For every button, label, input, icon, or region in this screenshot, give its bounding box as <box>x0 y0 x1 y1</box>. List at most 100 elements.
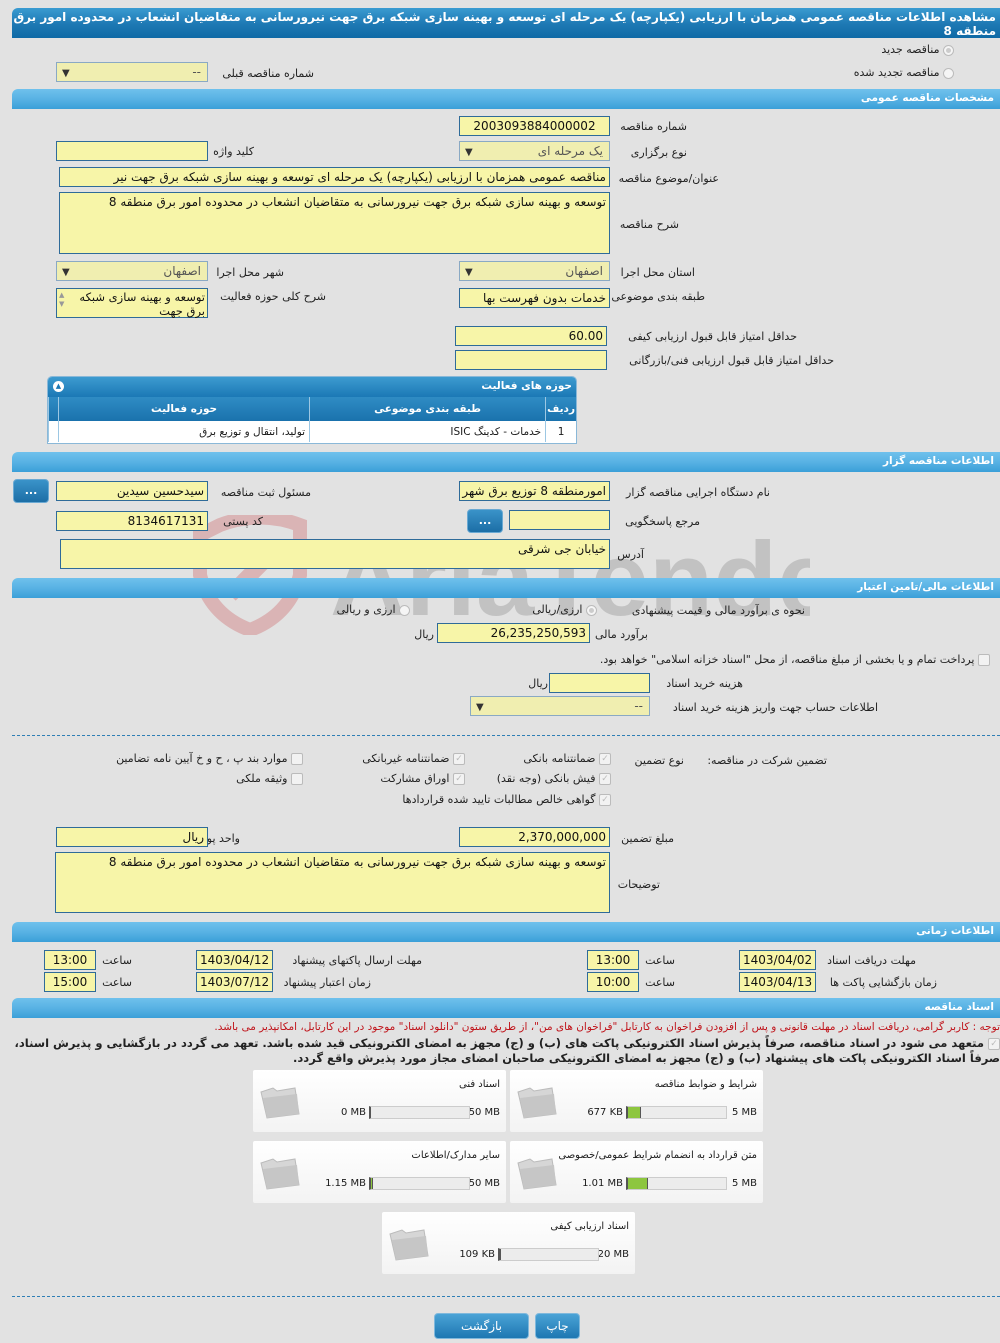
guarantee-notes-textarea[interactable]: توسعه و بهینه سازی شبکه برق جهت نیرورسان… <box>55 852 610 913</box>
doc-card[interactable]: اسناد ارزیابی کیفی 20 MB 109 KB <box>382 1212 635 1274</box>
page-title: مشاهده اطلاعات مناقصه عمومی همزمان با ار… <box>12 8 1000 38</box>
doc-card[interactable]: متن قرارداد به انضمام شرایط عمومی/خصوصی … <box>510 1141 763 1203</box>
col-header-category: طبقه بندی موضوعی <box>309 397 546 421</box>
opening-label: زمان بازگشایی پاکت ها <box>829 976 937 989</box>
commitment-checkbox[interactable]: ✓ متعهد می شود در اسناد مناقصه، صرفاً پذ… <box>15 1036 1000 1050</box>
doc-card-name: اسناد ارزیابی کیفی <box>550 1221 629 1232</box>
activity-desc-textarea[interactable]: توسعه و بهینه سازی شبکه برق جهت ▲ ▼ <box>56 288 208 318</box>
city-label: شهر محل اجرا <box>216 266 284 279</box>
registrar-more-button[interactable]: ... <box>13 479 49 503</box>
holding-type-select[interactable]: یک مرحله ای ▼ <box>459 141 610 161</box>
checkbox-icon[interactable]: ✓ <box>453 753 465 765</box>
divider <box>12 1296 1000 1297</box>
doc-card-used: 677 KB <box>587 1107 623 1118</box>
col-header-activity: حوزه فعالیت <box>57 397 310 421</box>
account-select[interactable]: -- ▼ <box>470 696 650 716</box>
doc-card[interactable]: شرایط و ضوابط مناقصه 5 MB 677 KB <box>510 1070 763 1132</box>
radio-rial[interactable]: ارزی/ریالی <box>532 603 597 616</box>
guarantee-currency-field[interactable]: ریال <box>56 827 208 847</box>
section-finance: اطلاعات مالی/تامین اعتبار <box>12 578 1000 598</box>
postal-code-field[interactable]: 8134617131 <box>56 511 208 531</box>
doc-deadline-label: مهلت دریافت اسناد <box>827 954 916 967</box>
radio-icon[interactable] <box>943 67 954 79</box>
guarantee-amount-label: مبلغ تضمین <box>621 832 674 845</box>
doc-fee-field[interactable] <box>549 673 650 693</box>
radio-fx-rial[interactable]: ارزی و ریالی <box>337 603 410 616</box>
checkbox-icon[interactable]: ✓ <box>599 753 611 765</box>
collapse-icon[interactable]: ▲ <box>53 381 64 392</box>
cell-activity: تولید، انتقال و توزیع برق <box>57 421 310 442</box>
guarantee-option-clauses[interactable]: موارد بند پ ، ح و خ آیین نامه تضامین <box>116 752 303 765</box>
doc-card-used: 109 KB <box>459 1249 495 1260</box>
guarantee-type-label: نوع تضمین <box>634 754 684 767</box>
doc-card-used: 1.01 MB <box>582 1178 623 1189</box>
registrar-field[interactable]: سیدحسین سیدین <box>56 481 208 501</box>
checkbox-icon[interactable]: ✓ <box>599 794 611 806</box>
reference-field[interactable] <box>509 510 610 530</box>
opening-date[interactable]: 1403/04/13 <box>739 972 816 992</box>
validity-time[interactable]: 15:00 <box>44 972 96 992</box>
guarantee-option-bonds[interactable]: ✓ اوراق مشارکت <box>380 772 465 785</box>
chevron-down-icon: ▼ <box>465 267 473 278</box>
checkbox-icon[interactable]: ✓ <box>453 773 465 785</box>
folder-icon <box>389 1229 429 1261</box>
opening-time[interactable]: 10:00 <box>587 972 639 992</box>
radio-renewed-tender[interactable]: مناقصه تجدید شده <box>854 66 954 79</box>
folder-icon <box>260 1087 300 1119</box>
back-button[interactable]: بازگشت <box>434 1313 529 1339</box>
category-field[interactable]: خدمات بدون فهرست بها <box>459 288 610 308</box>
checkbox-icon[interactable]: ✓ <box>988 1037 1000 1050</box>
col-header-index: ردیف <box>545 397 576 421</box>
doc-deadline-date[interactable]: 1403/04/02 <box>739 950 816 970</box>
city-select[interactable]: اصفهان ▼ <box>56 261 208 281</box>
doc-card[interactable]: سایر مدارک/اطلاعات 50 MB 1.15 MB <box>253 1141 506 1203</box>
cell-index: 1 <box>545 421 576 442</box>
org-name-field[interactable]: امورمنطقه 8 توزیع برق شهر <box>459 481 610 501</box>
min-quality-score-field[interactable]: 60.00 <box>455 326 607 346</box>
reference-more-button[interactable]: ... <box>467 509 503 533</box>
tender-number-field[interactable]: 2003093884000002 <box>459 116 610 136</box>
estimate-field[interactable]: 26,235,250,593 <box>437 623 590 643</box>
guarantee-option-receivables[interactable]: ✓ گواهی خالص مطالبات تایید شده قراردادها <box>402 793 611 806</box>
guarantee-amount-field[interactable]: 2,370,000,000 <box>459 827 610 847</box>
radio-icon[interactable] <box>586 604 597 616</box>
radio-new-tender[interactable]: مناقصه جدید <box>881 43 954 56</box>
doc-card-progress <box>369 1177 470 1190</box>
radio-icon[interactable] <box>399 604 410 616</box>
scrollbar[interactable]: ▲ ▼ <box>59 291 64 309</box>
reference-label: مرجع پاسخگویی <box>625 515 700 528</box>
doc-fee-currency: ریال <box>528 677 548 690</box>
province-select[interactable]: اصفهان ▼ <box>459 261 610 281</box>
checkbox-icon[interactable] <box>978 654 990 666</box>
description-textarea[interactable]: توسعه و بهینه سازی شبکه برق جهت نیرورسان… <box>59 192 610 254</box>
treasury-checkbox[interactable]: پرداخت تمام و یا بخشی از مبلغ مناقصه، از… <box>600 653 990 666</box>
address-textarea[interactable]: خیابان جی شرقی <box>60 539 610 569</box>
min-tech-score-field[interactable] <box>455 350 607 370</box>
radio-icon[interactable] <box>943 44 954 56</box>
print-button[interactable]: چاپ <box>535 1313 580 1339</box>
keyword-field[interactable] <box>56 141 208 161</box>
guarantee-option-nonbank[interactable]: ✓ ضمانتنامه غیربانکی <box>362 752 465 765</box>
validity-date[interactable]: 1403/07/12 <box>196 972 273 992</box>
checkbox-icon[interactable] <box>291 773 303 785</box>
submit-deadline-time[interactable]: 13:00 <box>44 950 96 970</box>
activity-desc-label: شرح کلی حوزه فعالیت <box>220 290 326 303</box>
checkbox-icon[interactable] <box>291 753 303 765</box>
doc-card[interactable]: اسناد فنی 50 MB 0 MB <box>253 1070 506 1132</box>
estimate-method-label: نحوه ی برآورد مالی و قیمت پیشنهادی <box>631 604 805 617</box>
guarantee-option-cash[interactable]: ✓ فیش بانکی (وجه نقد) <box>497 772 611 785</box>
doc-card-name: سایر مدارک/اطلاعات <box>411 1150 500 1161</box>
section-organizer: اطلاعات مناقصه گزار <box>12 452 1000 472</box>
doc-card-progress <box>369 1106 470 1119</box>
guarantee-option-bank[interactable]: ✓ ضمانتنامه بانکی <box>523 752 611 765</box>
section-general: مشخصات مناقصه عمومی <box>12 89 1000 109</box>
doc-deadline-time[interactable]: 13:00 <box>587 950 639 970</box>
subject-field[interactable]: مناقصه عمومی همزمان با ارزیابی (یکپارچه)… <box>59 167 610 187</box>
checkbox-icon[interactable]: ✓ <box>599 773 611 785</box>
submit-deadline-date[interactable]: 1403/04/12 <box>196 950 273 970</box>
guarantee-option-property[interactable]: وثیقه ملکی <box>236 772 303 785</box>
folder-icon <box>260 1158 300 1190</box>
previous-number-label: شماره مناقصه قبلی <box>222 67 314 80</box>
estimate-currency: ریال <box>414 628 434 641</box>
previous-number-select[interactable]: -- ▼ <box>56 62 208 82</box>
